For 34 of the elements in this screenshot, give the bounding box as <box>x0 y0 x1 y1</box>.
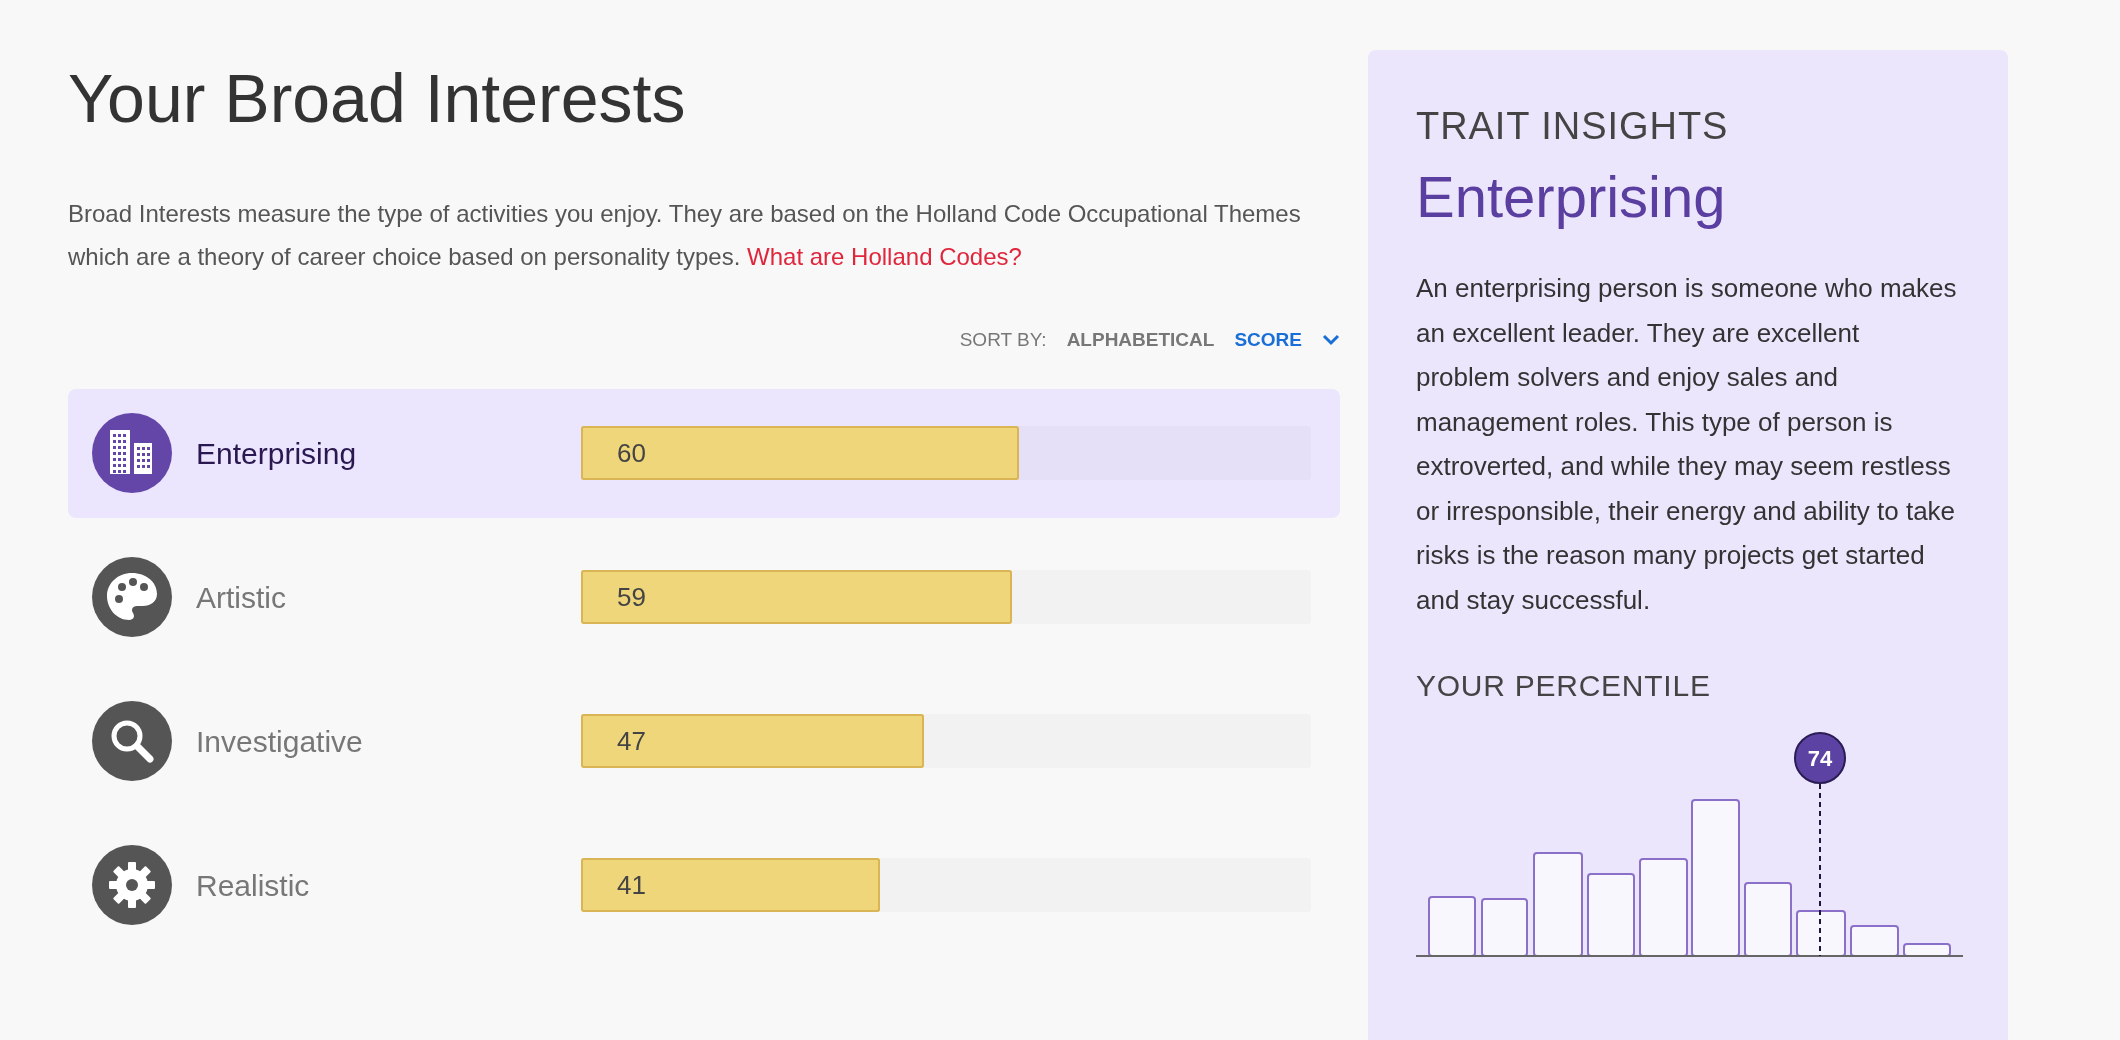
interest-row[interactable]: Realistic 41 <box>68 820 1340 950</box>
sort-label: SORT BY: <box>959 328 1047 352</box>
histogram-bar <box>1850 925 1899 957</box>
interest-name: Realistic <box>196 867 311 904</box>
trait-title: Enterprising <box>1416 163 1727 231</box>
interest-name: Enterprising <box>196 435 358 472</box>
sort-option[interactable]: ALPHABETICAL <box>1066 326 1215 355</box>
gear-icon <box>92 845 172 925</box>
percentile-value: 74 <box>1807 746 1833 771</box>
interest-row[interactable]: Investigative 47 <box>68 676 1340 806</box>
interest-name: Investigative <box>196 723 364 760</box>
buildings-icon <box>92 413 172 493</box>
score-value: 60 <box>617 436 646 470</box>
score-value: 59 <box>617 580 646 614</box>
histogram-bar <box>1796 910 1846 957</box>
histogram-bar <box>1481 898 1528 957</box>
score-value: 47 <box>617 724 646 758</box>
interest-row[interactable]: Artistic 59 <box>68 532 1340 662</box>
search-icon <box>92 701 172 781</box>
section-label: TRAIT INSIGHTS <box>1416 104 1730 148</box>
palette-icon <box>92 557 172 637</box>
histogram-bar <box>1428 896 1476 957</box>
selected-interest-row[interactable]: Enterprising 60 <box>68 388 1340 518</box>
section-label: YOUR PERCENTILE <box>1416 668 1712 704</box>
score-value: 41 <box>617 868 646 902</box>
chevron-down-icon <box>1322 334 1340 347</box>
percentile-marker <box>1794 732 1846 784</box>
interest-name: Artistic <box>196 579 287 616</box>
intro-paragraph: Broad Interests measure the type of activities you enjoy. They are based on the Holland Code Occupational Themes which are a theory of career choice based on personality types. What are Holland Codes? <box>68 199 1302 272</box>
page-heading: Your Broad Interests <box>68 59 687 138</box>
holland-codes-link[interactable]: What are Holland Codes? <box>747 243 1022 270</box>
histogram-bar <box>1903 943 1951 957</box>
sort-option[interactable]: SCORE <box>1234 326 1340 355</box>
trait-description: An enterprising person is someone who makes an excellent leader. They are excellent problem solvers and enjoy sales and management roles. This type of person is extroverted, and while they may seem restless or irresponsible, their energy and ability to take risks is the reason many projects get started and stay successful. <box>1416 272 1958 617</box>
